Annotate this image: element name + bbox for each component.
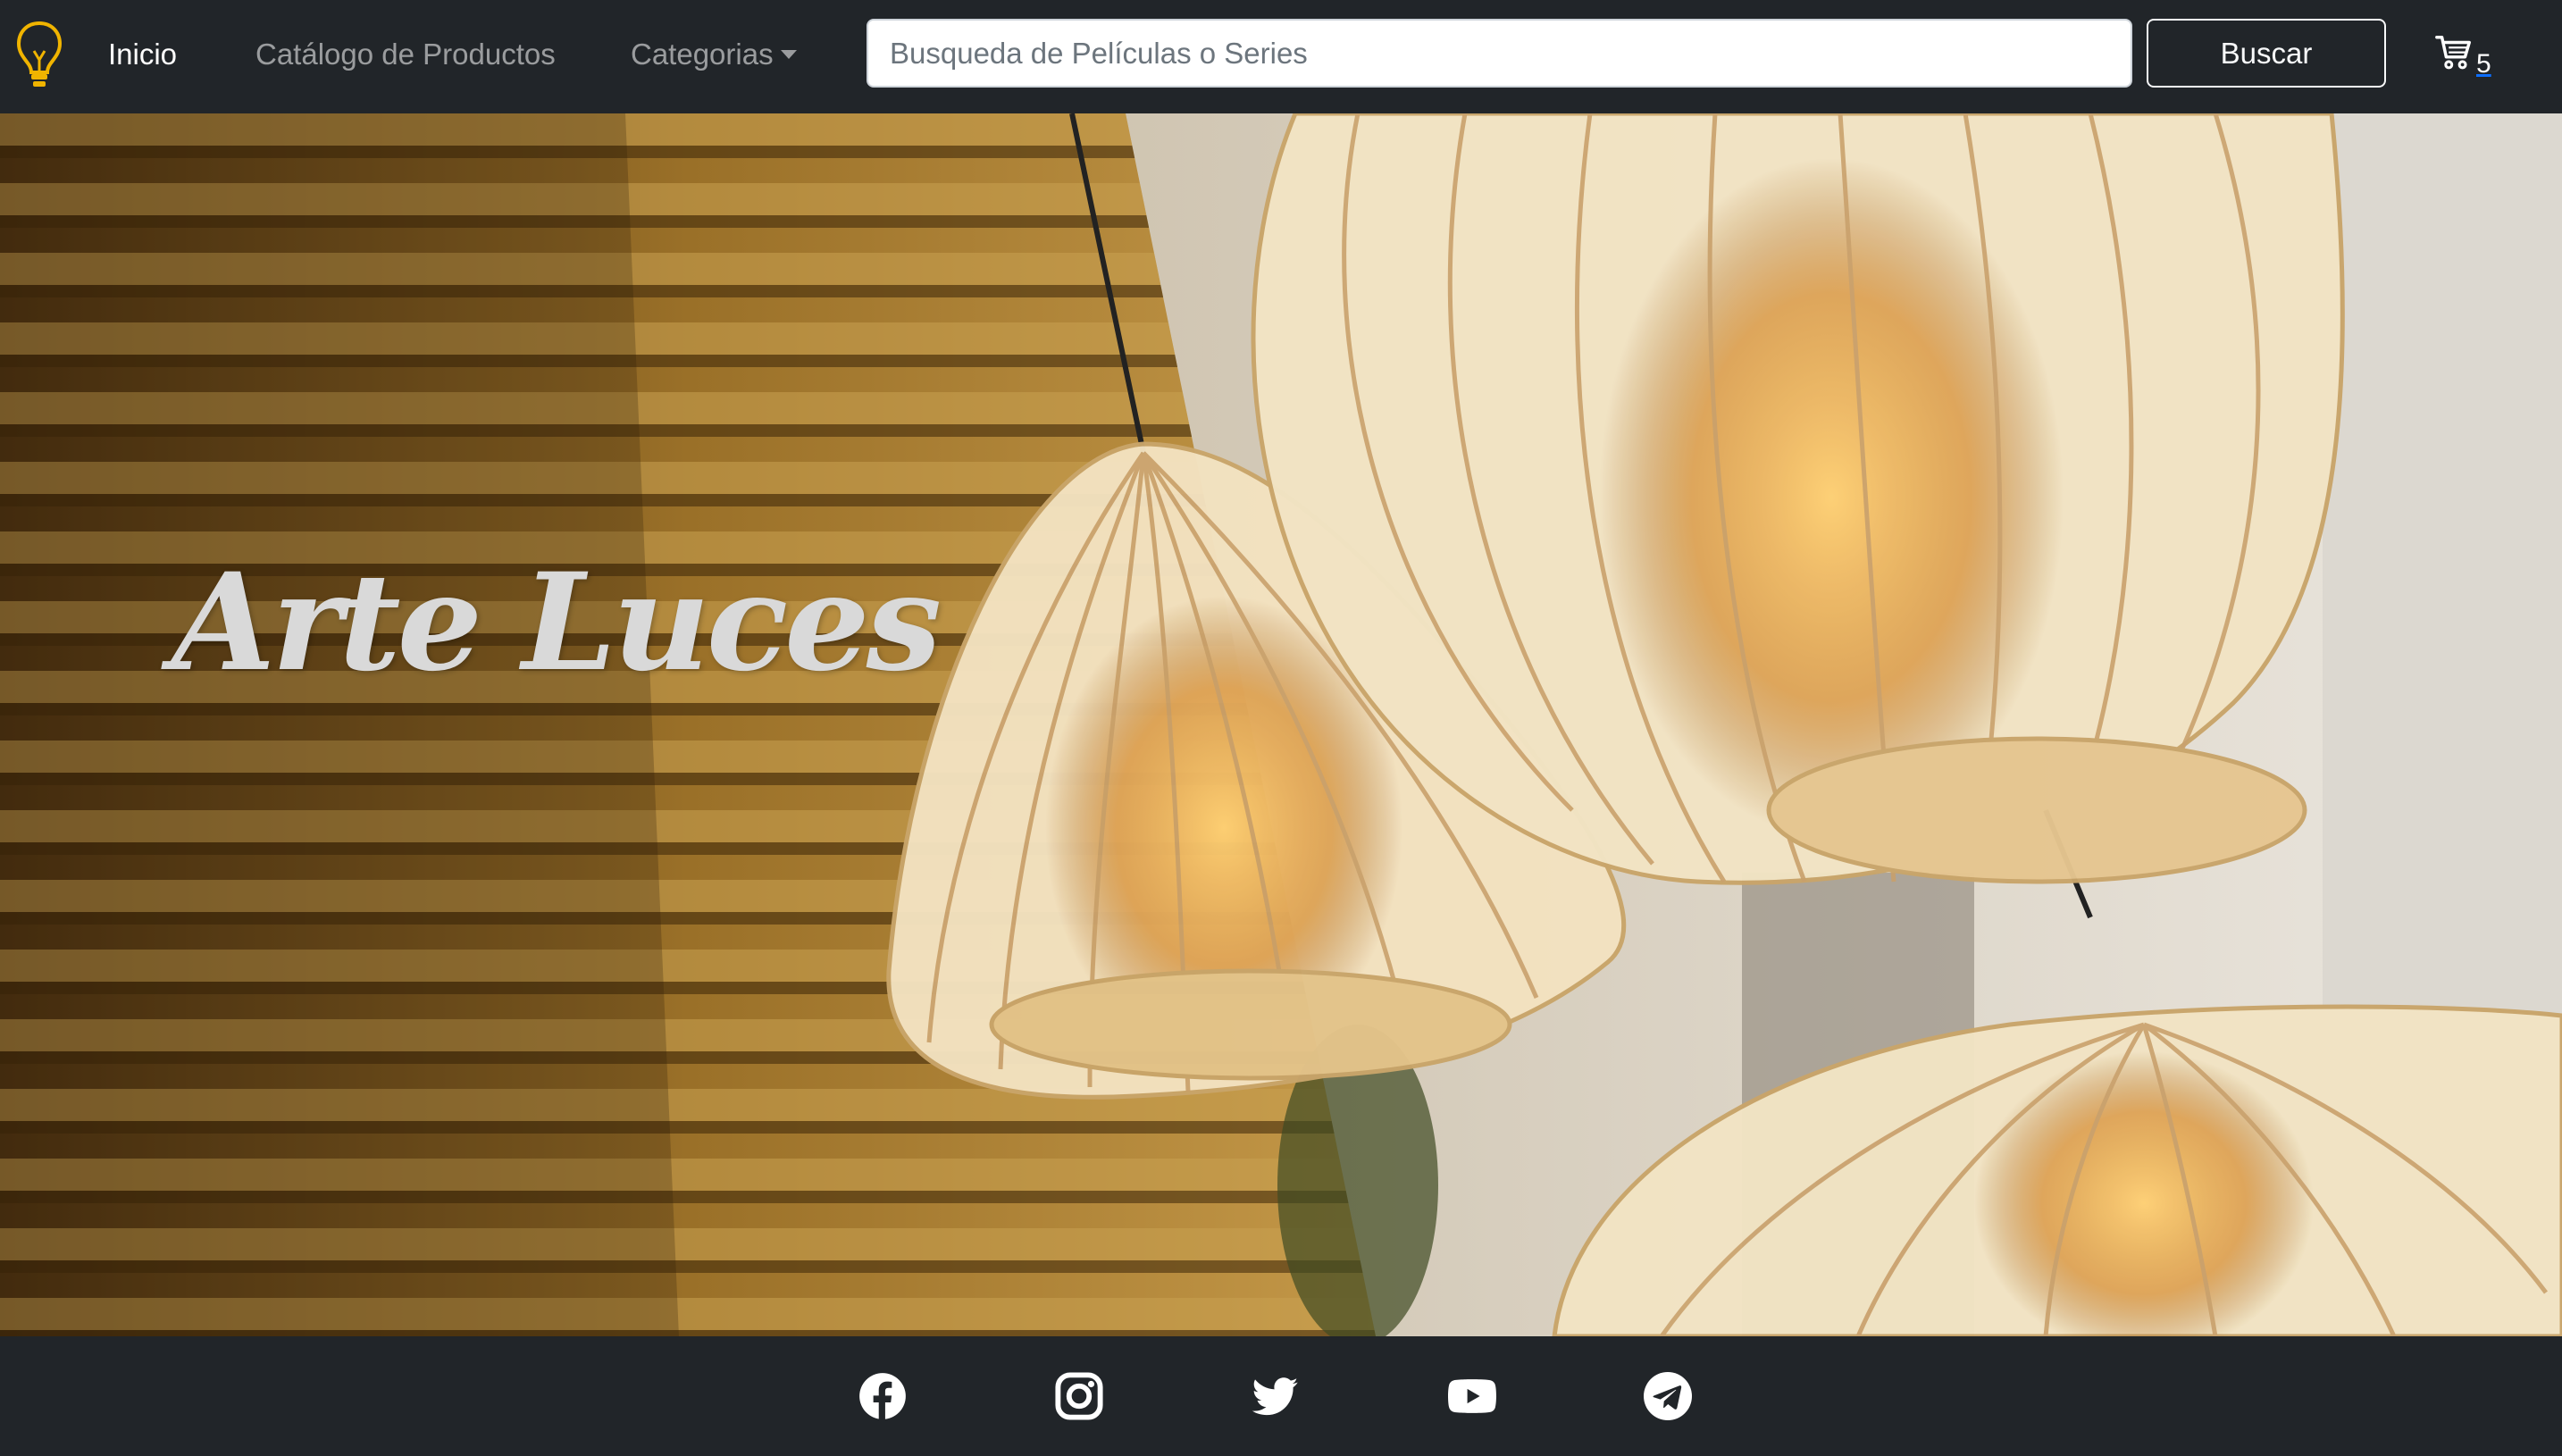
lightbulb-icon (16, 21, 63, 87)
cart-link[interactable]: 5 (2433, 32, 2505, 86)
cart-count-badge: 5 (2476, 49, 2491, 79)
telegram-link[interactable] (1644, 1372, 1692, 1420)
navbar: Inicio Catálogo de Productos Categorias … (0, 0, 2562, 113)
youtube-icon (1448, 1379, 1496, 1413)
instagram-icon (1055, 1372, 1103, 1420)
brand-logo-link[interactable] (14, 20, 64, 89)
telegram-icon (1644, 1372, 1692, 1420)
nav-dropdown-label: Categorias (631, 38, 774, 71)
twitter-link[interactable] (1252, 1372, 1300, 1420)
hero-title: Arte Luces (172, 544, 942, 701)
nav-dropdown-categorias[interactable]: Categorias (631, 34, 797, 75)
hero-banner: Arte Luces (0, 113, 2562, 1336)
search-button[interactable]: Buscar (2147, 19, 2386, 88)
twitter-icon (1252, 1377, 1298, 1416)
nav-link-catalogo[interactable]: Catálogo de Productos (255, 34, 556, 75)
shopping-cart-icon (2435, 36, 2471, 70)
hero-background-image (0, 113, 2562, 1336)
facebook-link[interactable] (858, 1372, 907, 1420)
youtube-link[interactable] (1448, 1372, 1496, 1420)
chevron-down-icon (780, 50, 797, 60)
search-input[interactable] (867, 19, 2132, 88)
facebook-icon (859, 1373, 906, 1420)
footer (0, 1336, 2562, 1456)
instagram-link[interactable] (1055, 1372, 1103, 1420)
nav-link-inicio[interactable]: Inicio (108, 34, 177, 75)
